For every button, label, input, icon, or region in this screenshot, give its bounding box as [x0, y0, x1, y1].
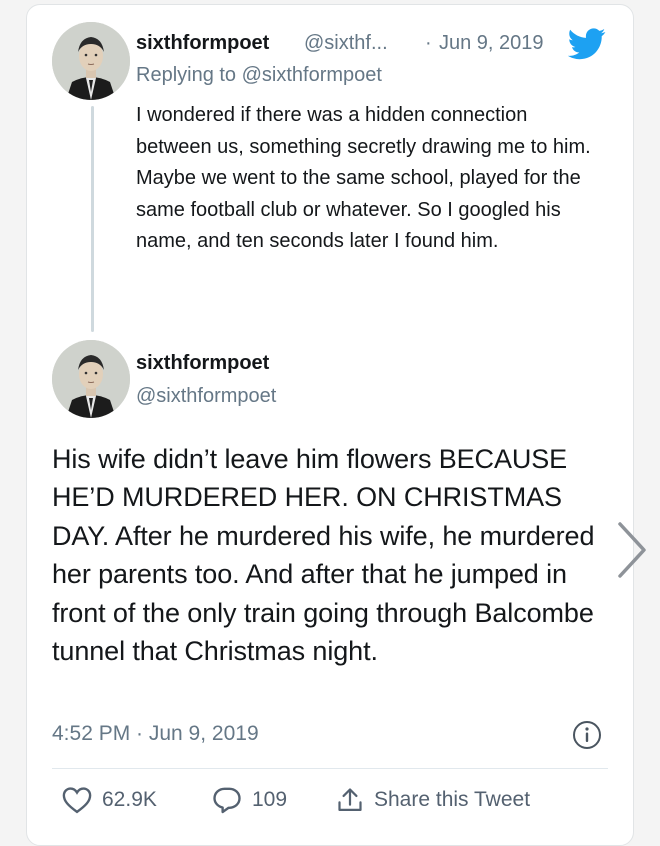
like-button[interactable]: 62.9K: [62, 786, 157, 814]
avatar[interactable]: [52, 22, 130, 100]
reply-handle[interactable]: @sixthf...: [304, 32, 388, 55]
heart-icon: [62, 786, 92, 814]
reply-count: 109: [252, 788, 288, 811]
twitter-bird-icon[interactable]: [567, 28, 606, 65]
chevron-right-icon[interactable]: [612, 518, 652, 587]
share-icon: [336, 786, 364, 814]
divider: [52, 768, 608, 769]
thread-line: [91, 106, 94, 332]
reply-tweet-text: I wondered if there was a hidden connect…: [136, 104, 591, 253]
reply-button[interactable]: 109: [212, 786, 287, 814]
avatar-portrait-image: [52, 22, 130, 100]
replying-to-label[interactable]: Replying to @sixthformpoet: [136, 64, 382, 87]
main-tweet-text: His wife didn’t leave him flowers BECAUS…: [52, 444, 595, 667]
avatar[interactable]: [52, 340, 130, 418]
share-label: Share this Tweet: [374, 788, 531, 811]
main-display-name[interactable]: sixthformpoet: [136, 352, 269, 375]
main-handle[interactable]: @sixthformpoet: [136, 385, 276, 408]
reply-bubble-icon: [212, 786, 242, 814]
info-icon[interactable]: [572, 720, 602, 755]
reply-display-name[interactable]: sixthformpoet: [136, 32, 269, 55]
tweet-timestamp[interactable]: 4:52 PM · Jun 9, 2019: [52, 722, 259, 746]
reply-date[interactable]: Jun 9, 2019: [439, 32, 544, 55]
avatar-portrait-image: [52, 340, 130, 418]
like-count: 62.9K: [102, 788, 157, 811]
reply-separator: ·: [425, 32, 432, 54]
share-button[interactable]: Share this Tweet: [336, 786, 530, 814]
